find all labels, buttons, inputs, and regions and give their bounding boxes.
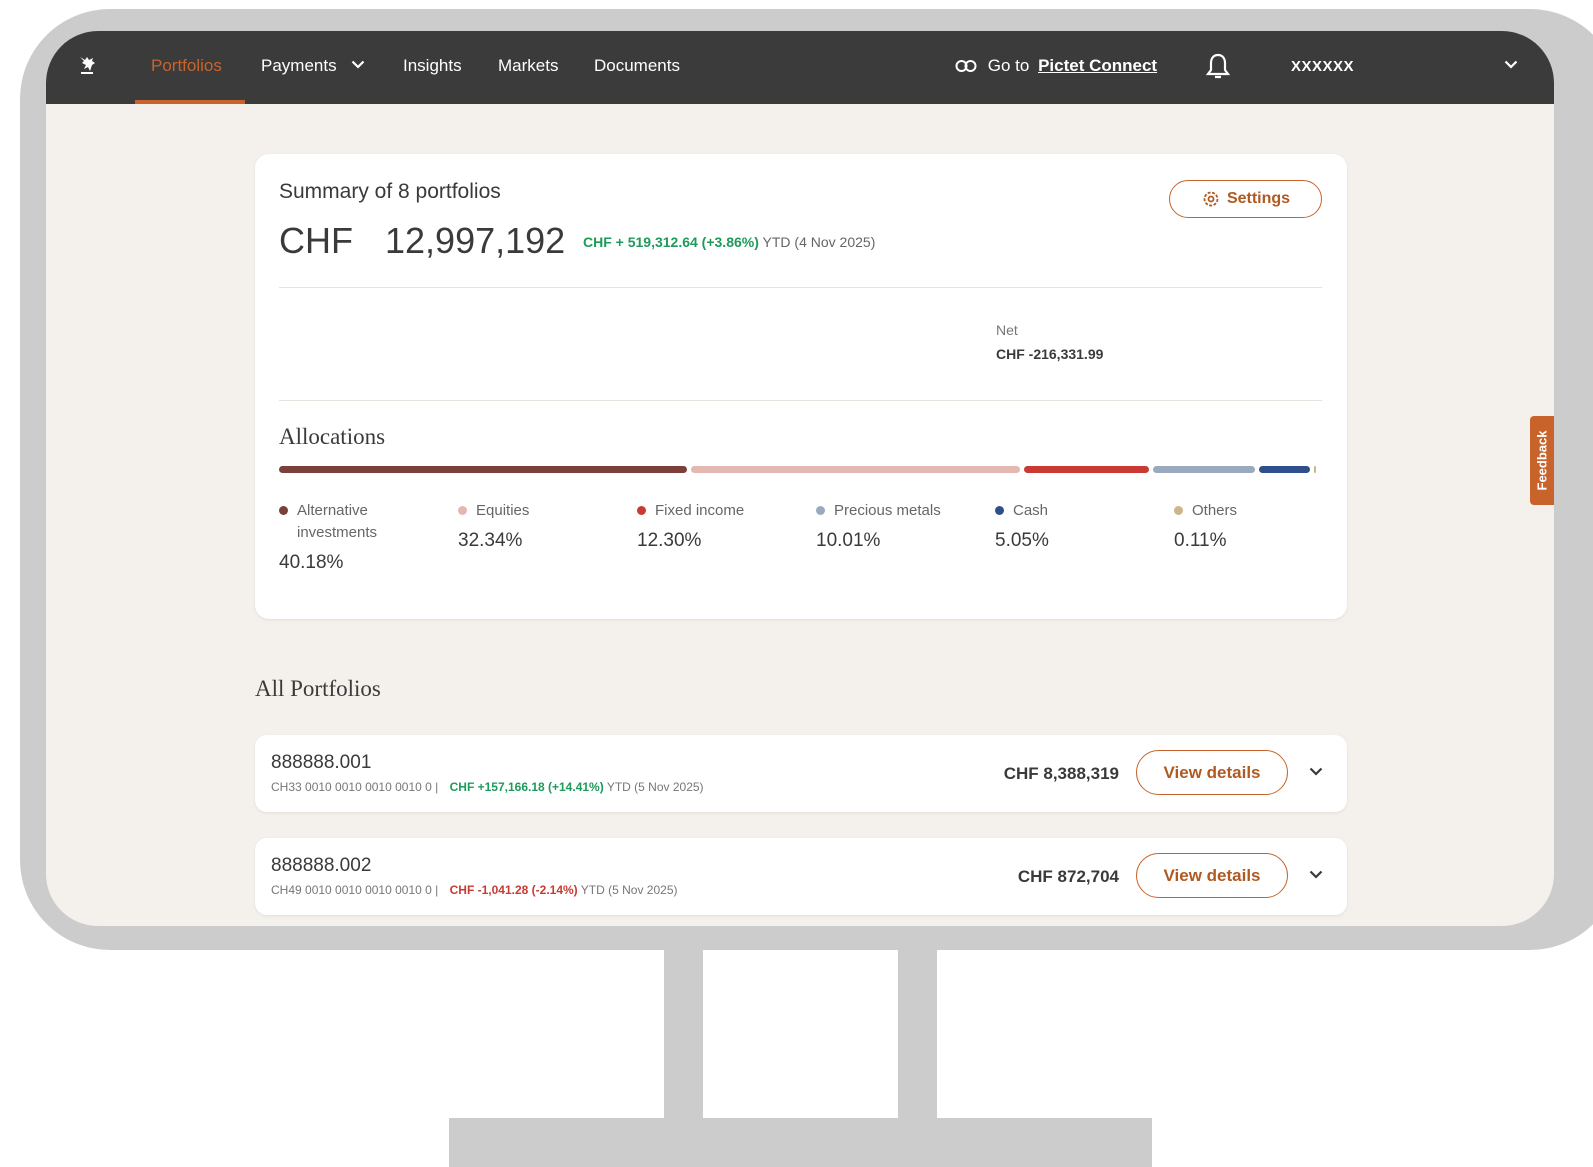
legend-text: Precious metals [834, 502, 941, 519]
legend-pct: 40.18% [279, 552, 344, 573]
legend-label: Alternative investments [279, 500, 449, 544]
portfolio-value: CHF 8,388,319 [1003, 764, 1119, 783]
summary-divider-bottom [279, 400, 1322, 401]
allocation-segment [279, 466, 688, 473]
summary-divider-top [279, 287, 1322, 288]
ytd-suffix: YTD (4 Nov 2025) [762, 234, 876, 250]
legend-dot [637, 506, 646, 515]
legend-pct: 32.34% [458, 530, 523, 551]
summary-card: Summary of 8 portfolios CHF 12,997,192 C… [255, 154, 1347, 619]
legend-text: Others [1192, 502, 1238, 519]
ytd-change: CHF + 519,312.64 (+3.86%) [583, 234, 759, 250]
legend-cash: Cash 5.05% [995, 500, 1165, 552]
net-label: Net [996, 322, 1018, 338]
legend-text: Alternative investments [297, 502, 378, 541]
legend-alternative-investments: Alternative investments 40.18% [279, 500, 449, 574]
view-details-button[interactable]: View details [1136, 853, 1288, 898]
legend-equities: Equities 32.34% [458, 500, 628, 552]
summary-title: Summary of 8 portfolios [279, 180, 501, 203]
nav-markets[interactable]: Markets [498, 56, 558, 76]
allocations-title: Allocations [279, 424, 386, 449]
top-navbar: Portfolios Payments Insights Markets Doc… [46, 31, 1554, 104]
legend-dot [995, 506, 1004, 515]
legend-label: Fixed income [637, 500, 807, 522]
gear-icon [1203, 191, 1219, 207]
portfolio-value: CHF 872,704 [1017, 867, 1119, 886]
feedback-tab[interactable]: Feedback [1530, 416, 1554, 505]
total-currency: CHF [279, 220, 353, 261]
monitor-stand-left [664, 950, 703, 1118]
portfolio-ytd: YTD (5 Nov 2025) [580, 883, 678, 897]
feedback-label: Feedback [1534, 430, 1550, 491]
allocation-segment [1313, 466, 1316, 473]
portfolio-iban: CH49 0010 0010 0010 0010 0 | [271, 883, 439, 897]
legend-others: Others 0.11% [1174, 500, 1344, 552]
all-portfolios-title: All Portfolios [255, 676, 381, 701]
legend-label: Cash [995, 500, 1165, 522]
legend-dot [1174, 506, 1183, 515]
portfolio-ytd: YTD (5 Nov 2025) [606, 780, 704, 794]
chevron-down-icon[interactable] [1504, 60, 1518, 69]
goto-link[interactable]: Pictet Connect [1038, 56, 1157, 75]
goto-pictet-connect[interactable]: Go to Pictet Connect [955, 56, 1157, 76]
legend-label: Precious metals [816, 500, 986, 522]
portfolio-row[interactable]: 888888.001 CH33 0010 0010 0010 0010 0 | … [255, 735, 1347, 812]
legend-label: Equities [458, 500, 628, 522]
allocation-segment [1023, 466, 1149, 473]
user-name[interactable]: XXXXXX [1291, 58, 1354, 75]
allocation-segment [1258, 466, 1310, 473]
legend-text: Equities [476, 502, 530, 519]
monitor-stand-base [449, 1118, 1152, 1167]
legend-pct: 0.11% [1174, 530, 1227, 551]
legend-text: Fixed income [655, 502, 745, 519]
portfolio-iban: CH33 0010 0010 0010 0010 0 | [271, 780, 439, 794]
goto-prefix: Go to [987, 56, 1030, 75]
nav-payments-label: Payments [261, 56, 337, 75]
legend-dot [279, 506, 288, 515]
allocation-segment [691, 466, 1020, 473]
portfolio-details: CH33 0010 0010 0010 0010 0 | CHF +157,16… [271, 780, 704, 794]
net-value: CHF -216,331.99 [996, 346, 1104, 362]
link-icon [955, 60, 977, 72]
chevron-down-icon[interactable] [1309, 767, 1323, 776]
portfolio-change: CHF -1,041.28 (-2.14%) [449, 883, 578, 897]
chevron-down-icon [352, 60, 365, 69]
portfolio-name: 888888.002 [271, 855, 372, 876]
legend-precious-metals: Precious metals 10.01% [816, 500, 986, 552]
nav-insights[interactable]: Insights [403, 56, 462, 76]
portfolio-change: CHF +157,166.18 (+14.41%) [449, 780, 604, 794]
nav-active-indicator [135, 100, 245, 104]
portfolio-details: CH49 0010 0010 0010 0010 0 | CHF -1,041.… [271, 883, 678, 897]
legend-pct: 5.05% [995, 530, 1049, 551]
legend-dot [816, 506, 825, 515]
chevron-down-icon[interactable] [1309, 870, 1323, 879]
settings-label: Settings [1226, 190, 1291, 207]
legend-fixed-income: Fixed income 12.30% [637, 500, 807, 552]
total-value: 12,997,192 [385, 220, 566, 261]
bell-icon[interactable] [1204, 52, 1232, 82]
view-details-button[interactable]: View details [1136, 750, 1288, 795]
legend-text: Cash [1013, 502, 1049, 519]
nav-documents[interactable]: Documents [594, 56, 680, 76]
monitor-stand-right [898, 950, 937, 1118]
portfolio-name: 888888.001 [271, 752, 372, 773]
nav-portfolios[interactable]: Portfolios [151, 56, 222, 76]
legend-label: Others [1174, 500, 1344, 522]
allocation-segment [1152, 466, 1255, 473]
ytd-performance: CHF + 519,312.64 (+3.86%) YTD (4 Nov 202… [583, 234, 875, 250]
settings-button[interactable]: Settings [1169, 180, 1322, 218]
monitor-screen: Portfolios Payments Insights Markets Doc… [46, 31, 1554, 926]
logo-icon[interactable] [74, 53, 100, 79]
portfolio-row[interactable]: 888888.002 CH49 0010 0010 0010 0010 0 | … [255, 838, 1347, 915]
allocation-bar [279, 466, 1316, 474]
legend-pct: 10.01% [816, 530, 881, 551]
nav-payments[interactable]: Payments [261, 56, 365, 76]
legend-pct: 12.30% [637, 530, 702, 551]
legend-dot [458, 506, 467, 515]
